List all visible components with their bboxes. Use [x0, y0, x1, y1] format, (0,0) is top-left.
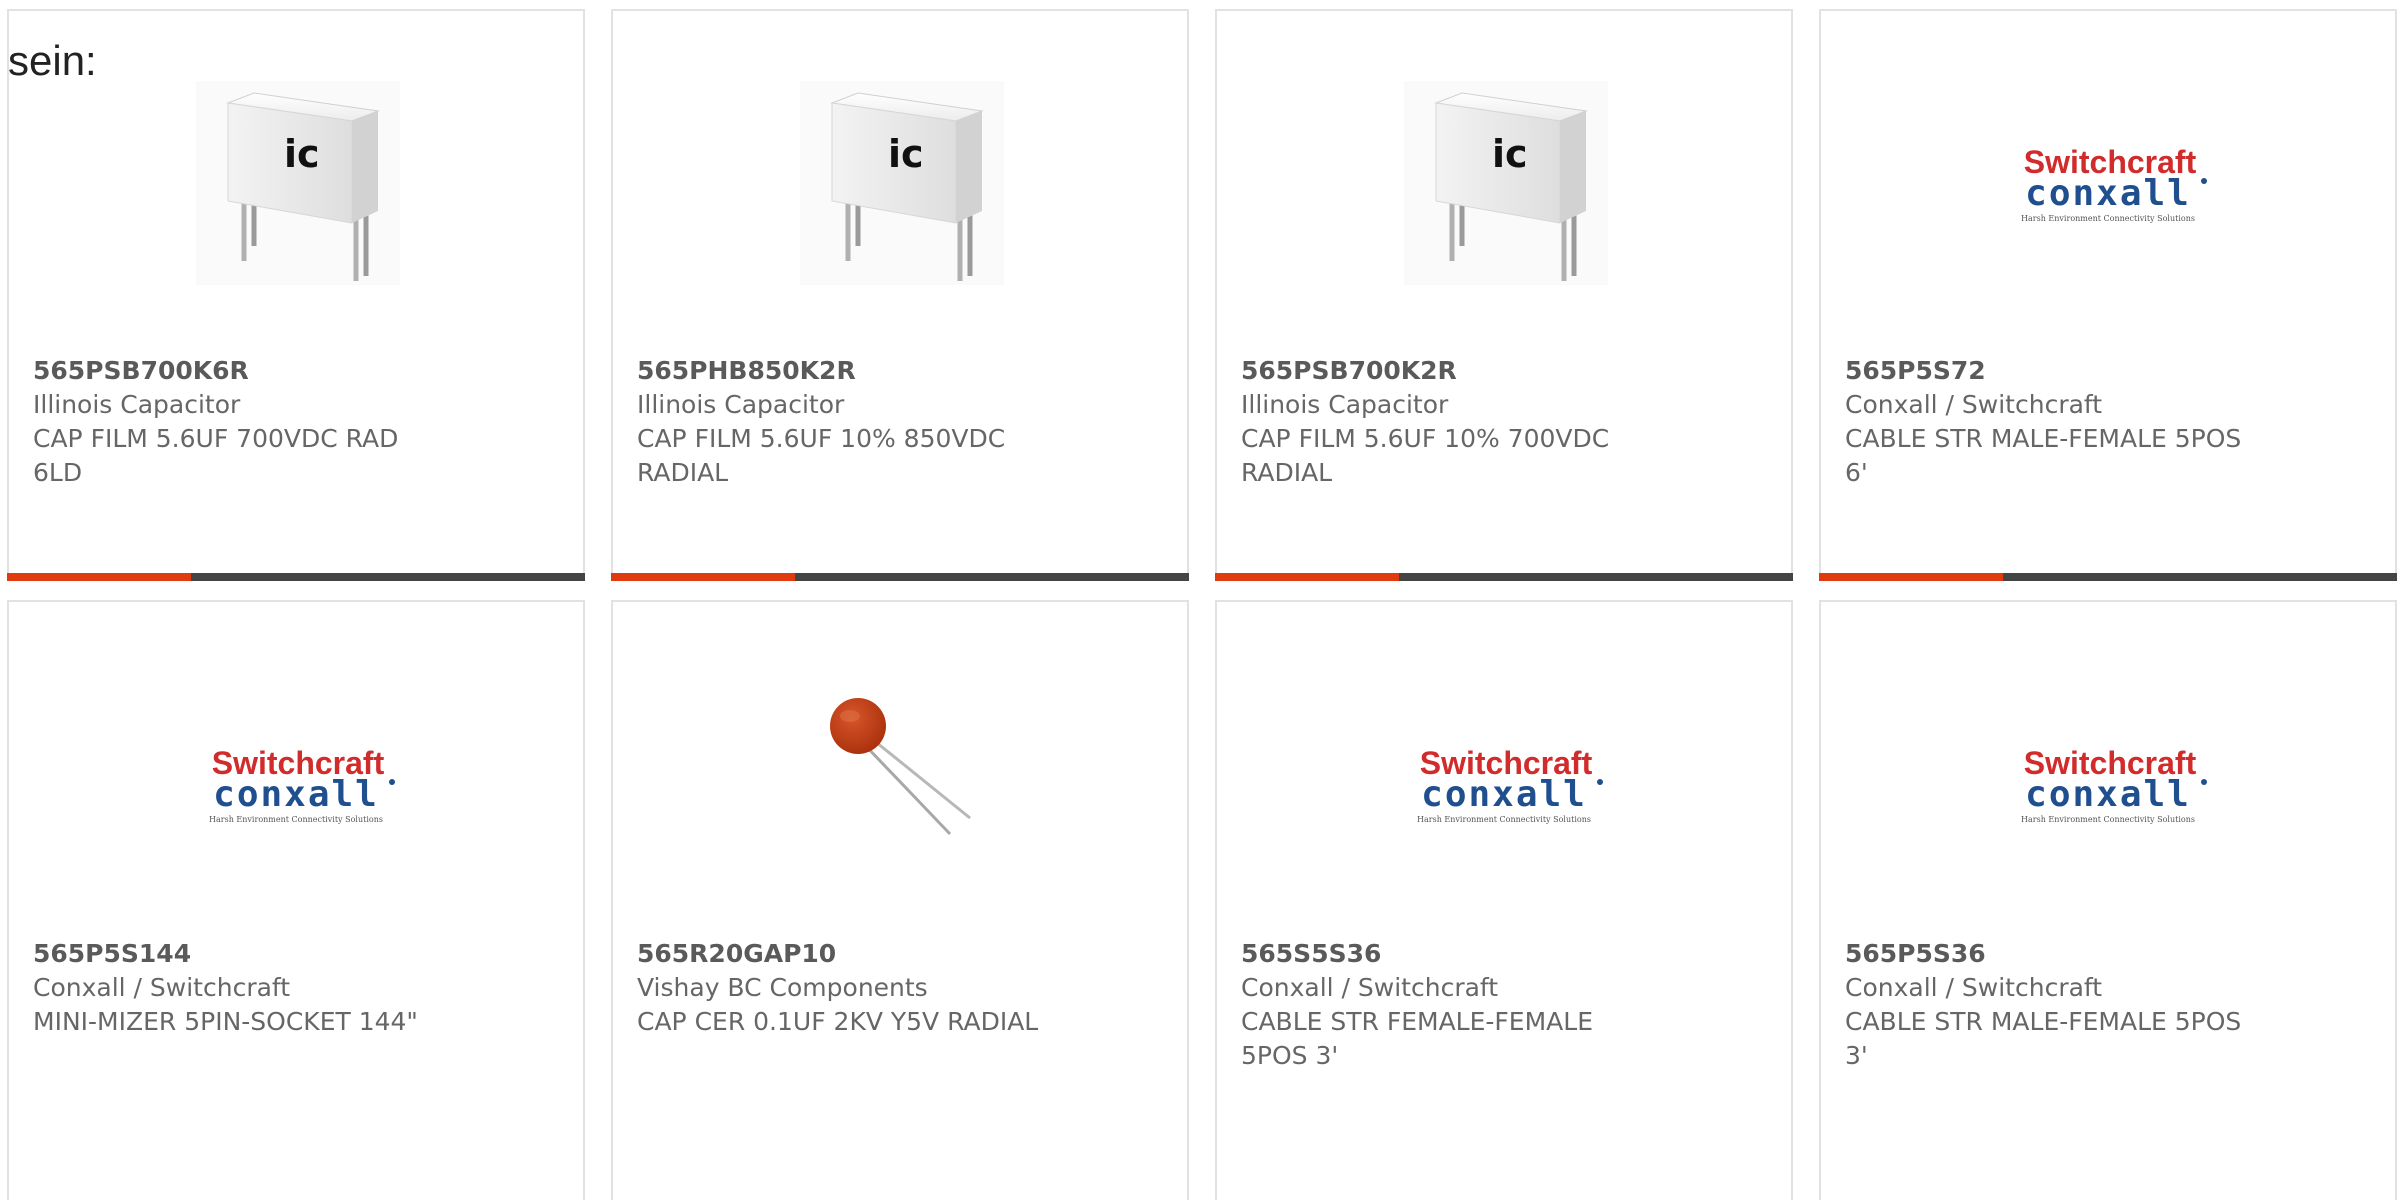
intro-text: sein:: [8, 37, 97, 84]
manufacturer: Conxall / Switchcraft: [1845, 390, 2103, 419]
card-accent-bar: [7, 573, 585, 581]
manufacturer: Illinois Capacitor: [33, 390, 241, 419]
description: CAP CER 0.1UF 2KV Y5V RADIAL: [637, 1007, 1039, 1036]
svg-text:Harsh Environment Connectivity: Harsh Environment Connectivity Solutions: [209, 815, 383, 824]
part-number-link[interactable]: 565S5S36: [1241, 937, 1767, 971]
part-number-link[interactable]: 565P5S72: [1845, 354, 2371, 388]
product-card[interactable]: ic 565PSB700K2R Illinois Capacitor CAP F…: [1215, 9, 1793, 581]
part-number-link[interactable]: 565PHB850K2R: [637, 354, 1163, 388]
part-number-link[interactable]: 565R20GAP10: [637, 937, 1163, 971]
card-accent-bar: [611, 573, 1189, 581]
part-number-link[interactable]: 565PSB700K2R: [1241, 354, 1767, 388]
svg-text:ic: ic: [284, 132, 320, 176]
product-card[interactable]: Switchcraft conxall Harsh Environment Co…: [1819, 600, 2397, 1200]
film-capacitor-image[interactable]: ic: [196, 81, 400, 285]
description: MINI-MIZER 5PIN-SOCKET 144": [33, 1007, 418, 1036]
description: CABLE STR MALE-FEMALE 5POS 3': [1845, 1007, 2242, 1070]
product-card[interactable]: 565R20GAP10 Vishay BC Components CAP CER…: [611, 600, 1189, 1200]
svg-text:conxall: conxall: [213, 774, 379, 815]
switchcraft-conxall-logo[interactable]: Switchcraft conxall Harsh Environment Co…: [196, 682, 400, 886]
film-capacitor-image[interactable]: ic: [1404, 81, 1608, 285]
description: CAP FILM 5.6UF 10% 850VDC RADIAL: [637, 424, 1006, 487]
product-card[interactable]: Switchcraft conxall Harsh Environment Co…: [7, 600, 585, 1200]
description: CABLE STR FEMALE-FEMALE 5POS 3': [1241, 1007, 1594, 1070]
product-card[interactable]: Switchcraft conxall Harsh Environment Co…: [1819, 9, 2397, 581]
svg-text:conxall: conxall: [2025, 774, 2191, 815]
switchcraft-conxall-logo[interactable]: Switchcraft conxall Harsh Environment Co…: [1404, 682, 1608, 886]
part-number-link[interactable]: 565P5S144: [33, 937, 559, 971]
manufacturer: Illinois Capacitor: [637, 390, 845, 419]
manufacturer: Vishay BC Components: [637, 973, 928, 1002]
description: CABLE STR MALE-FEMALE 5POS 6': [1845, 424, 2242, 487]
card-accent-bar: [1215, 573, 1793, 581]
product-card[interactable]: Switchcraft conxall Harsh Environment Co…: [1215, 600, 1793, 1200]
card-accent-bar: [1819, 573, 2397, 581]
product-card[interactable]: ic 565PSB700K6R Illinois Capacitor CAP F…: [7, 9, 585, 581]
switchcraft-conxall-logo[interactable]: Switchcraft conxall Harsh Environment Co…: [2008, 682, 2212, 886]
manufacturer: Conxall / Switchcraft: [1241, 973, 1499, 1002]
manufacturer: Conxall / Switchcraft: [1845, 973, 2103, 1002]
manufacturer: Illinois Capacitor: [1241, 390, 1449, 419]
part-number-link[interactable]: 565P5S36: [1845, 937, 2371, 971]
switchcraft-conxall-logo[interactable]: Switchcraft conxall Harsh Environment Co…: [2008, 81, 2212, 285]
svg-text:Harsh Environment Connectivity: Harsh Environment Connectivity Solutions: [1417, 815, 1591, 824]
svg-text:Harsh Environment Connectivity: Harsh Environment Connectivity Solutions: [2021, 815, 2195, 824]
product-card[interactable]: ic 565PHB850K2R Illinois Capacitor CAP F…: [611, 9, 1189, 581]
svg-text:ic: ic: [1492, 132, 1528, 176]
part-number-link[interactable]: 565PSB700K6R: [33, 354, 559, 388]
manufacturer: Conxall / Switchcraft: [33, 973, 291, 1002]
svg-text:Harsh Environment Connectivity: Harsh Environment Connectivity Solutions: [2021, 214, 2195, 223]
ceramic-disc-capacitor-image[interactable]: [800, 682, 1004, 886]
svg-text:conxall: conxall: [1421, 774, 1587, 815]
description: CAP FILM 5.6UF 10% 700VDC RADIAL: [1241, 424, 1610, 487]
film-capacitor-image[interactable]: ic: [800, 81, 1004, 285]
svg-text:ic: ic: [888, 132, 924, 176]
svg-text:conxall: conxall: [2025, 173, 2191, 214]
description: CAP FILM 5.6UF 700VDC RAD 6LD: [33, 424, 399, 487]
